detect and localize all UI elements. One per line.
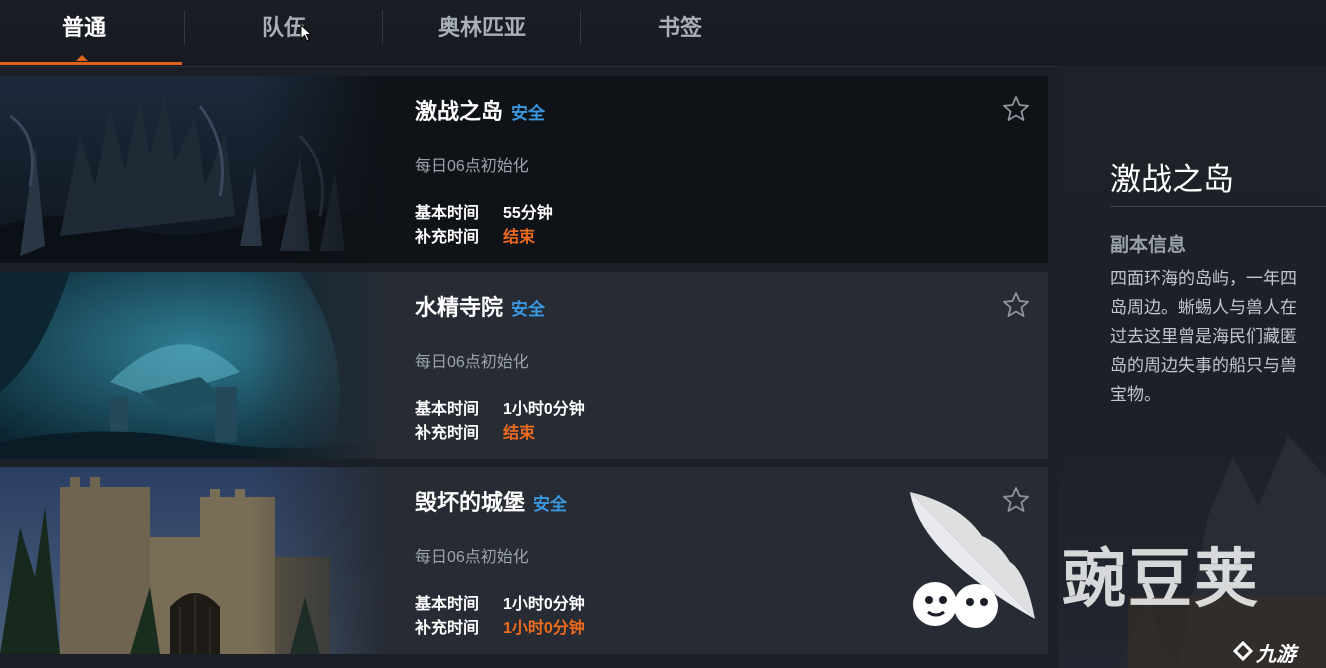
reset-info: 每日06点初始化 [415, 354, 529, 371]
extra-time-value: 结束 [503, 425, 536, 442]
watermark-jiuyou: 九游 [1256, 644, 1296, 666]
extra-time-row: 补充时间 结束 [415, 223, 535, 247]
tab-divider [184, 10, 185, 44]
extra-time-row: 补充时间 结束 [415, 419, 535, 443]
dungeon-card-2[interactable]: 水精寺院 安全 每日06点初始化 基本时间 1小时0分钟 补充时间 结束 [0, 272, 1048, 459]
detail-description-line: 岛周边。蜥蜴人与兽人在 [1110, 298, 1297, 317]
dungeon-artwork-2 [0, 272, 386, 459]
base-time-value: 1小时0分钟 [503, 401, 585, 418]
detail-description-line: 宝物。 [1110, 385, 1161, 404]
base-time-label: 基本时间 [415, 205, 480, 222]
tab-party[interactable]: 队伍 [190, 0, 378, 64]
watermark-brand: 豌豆荚 [1062, 543, 1260, 615]
star-outline-icon[interactable] [1001, 94, 1031, 124]
safety-badge: 安全 [511, 300, 546, 319]
base-time-label: 基本时间 [415, 596, 480, 613]
detail-divider [1110, 206, 1326, 207]
extra-time-row: 补充时间 1小时0分钟 [415, 614, 585, 638]
base-time-row: 基本时间 55分钟 [415, 199, 553, 223]
tab-bar: 普通 队伍 奥林匹亚 书签 [0, 0, 1326, 67]
base-time-row: 基本时间 1小时0分钟 [415, 590, 585, 614]
base-time-label: 基本时间 [415, 401, 480, 418]
tab-divider [580, 10, 581, 44]
active-tab-indicator [0, 62, 182, 65]
safety-badge: 安全 [511, 104, 546, 123]
reset-info: 每日06点初始化 [415, 549, 529, 566]
detail-description-line: 过去这里曾是海民们藏匿 [1110, 327, 1297, 346]
base-time-row: 基本时间 1小时0分钟 [415, 395, 585, 419]
artwork-fade [250, 467, 386, 654]
reset-info: 每日06点初始化 [415, 158, 529, 175]
dungeon-name: 水精寺院 安全 [415, 295, 546, 320]
dungeon-artwork-1 [0, 76, 386, 263]
active-tab-caret-icon [76, 55, 88, 61]
detail-description-line: 四面环海的岛屿，一年四 [1110, 269, 1297, 288]
tab-divider [382, 10, 383, 44]
extra-time-label: 补充时间 [415, 620, 480, 637]
safety-badge: 安全 [533, 495, 568, 514]
dungeon-card-3[interactable]: 毁坏的城堡 安全 每日06点初始化 基本时间 1小时0分钟 补充时间 1小时0分钟 [0, 467, 1048, 654]
detail-section-heading: 副本信息 [1110, 235, 1187, 256]
dungeon-artwork-3 [0, 467, 386, 654]
star-outline-icon[interactable] [1001, 290, 1031, 320]
detail-description: 四面环海的岛屿，一年四 岛周边。蜥蜴人与兽人在 过去这里曾是海民们藏匿 岛的周边… [1110, 264, 1326, 409]
detail-description-line: 岛的周边失事的船只与兽 [1110, 356, 1297, 375]
detail-title: 激战之岛 [1110, 162, 1234, 197]
artwork-fade [250, 76, 386, 263]
base-time-value: 1小时0分钟 [503, 596, 585, 613]
extra-time-value: 1小时0分钟 [503, 620, 585, 637]
star-outline-icon[interactable] [1001, 485, 1031, 515]
extra-time-label: 补充时间 [415, 229, 480, 246]
base-time-value: 55分钟 [503, 205, 553, 222]
dungeon-name: 激战之岛 安全 [415, 99, 546, 124]
extra-time-value: 结束 [503, 229, 536, 246]
mouse-pointer-icon [300, 24, 312, 42]
dungeon-name: 毁坏的城堡 安全 [415, 490, 568, 515]
extra-time-label: 补充时间 [415, 425, 480, 442]
tab-bookmarks[interactable]: 书签 [584, 0, 776, 64]
tab-olympia[interactable]: 奥林匹亚 [386, 0, 578, 64]
dungeon-card-1[interactable]: 激战之岛 安全 每日06点初始化 基本时间 55分钟 补充时间 结束 [0, 76, 1048, 263]
artwork-fade [250, 272, 386, 459]
